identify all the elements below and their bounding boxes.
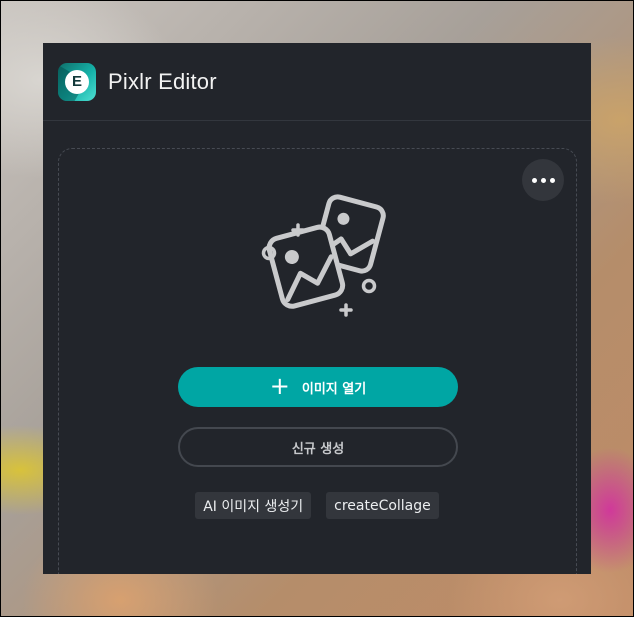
- more-dot: [540, 177, 546, 183]
- app-title: Pixlr Editor: [108, 68, 217, 94]
- logo-letter: E: [65, 69, 89, 94]
- pixlr-e-logo-icon: E: [58, 62, 96, 101]
- more-options-button[interactable]: [522, 159, 564, 201]
- chip-label: createCollage: [334, 497, 431, 514]
- more-dot: [531, 177, 537, 183]
- create-collage-chip[interactable]: createCollage: [326, 492, 439, 519]
- more-dot: [549, 177, 555, 183]
- panel-header: E Pixlr Editor: [43, 43, 591, 121]
- create-new-label: 신규 생성: [291, 441, 345, 457]
- open-image-label: 이미지 열기: [301, 381, 367, 397]
- chip-label: AI 이미지 생성기: [203, 498, 304, 515]
- quick-links: AI 이미지 생성기 createCollage: [43, 492, 591, 519]
- images-sparkle-icon: [261, 194, 386, 317]
- editor-start-panel: E Pixlr Editor + 이미지 열기 신규 생성 AI 이미지 생성기…: [43, 43, 591, 574]
- ai-image-generator-chip[interactable]: AI 이미지 생성기: [195, 492, 312, 519]
- plus-icon: +: [269, 372, 290, 400]
- create-new-button[interactable]: 신규 생성: [178, 427, 458, 467]
- open-image-button[interactable]: + 이미지 열기: [178, 367, 458, 407]
